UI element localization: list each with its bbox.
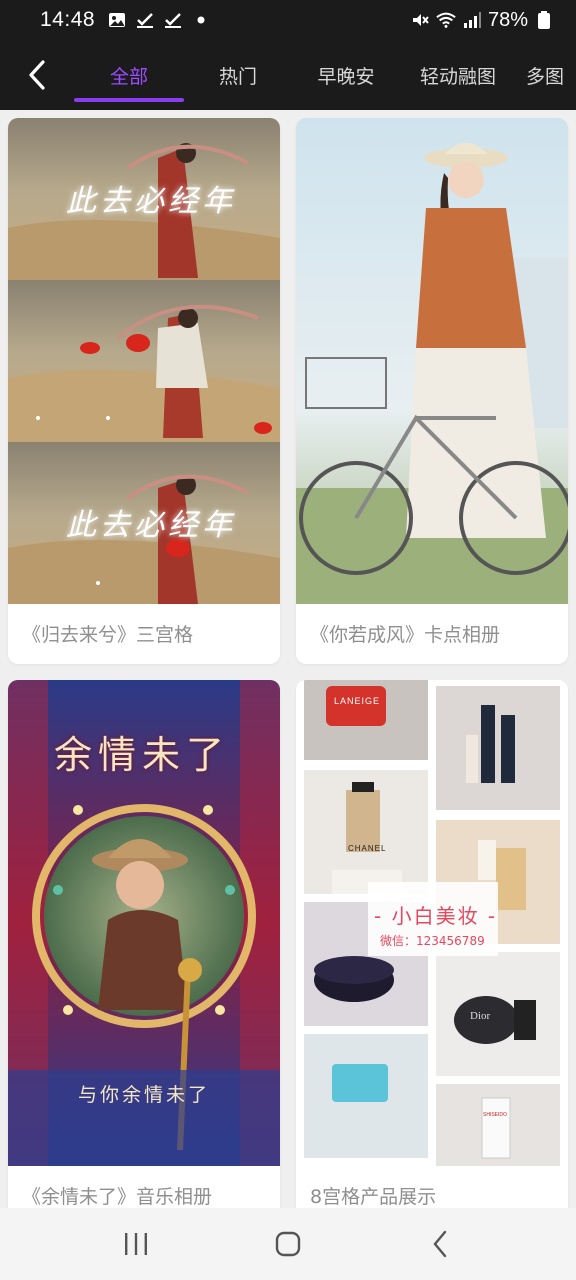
tab-morning-evening[interactable]: 早晚安 (292, 40, 400, 110)
image-icon (107, 10, 127, 30)
template-card[interactable]: 余情未了 与你余情未了 《余情未了》音乐相册 (8, 680, 280, 1208)
signal-icon (462, 10, 482, 30)
tabs: 全部 热门 早晚安 轻动融图 多图 (74, 40, 576, 110)
back-icon (433, 1230, 447, 1258)
card-title: 《余情未了》音乐相册 (22, 1186, 213, 1208)
tab-hot[interactable]: 热门 (184, 40, 292, 110)
overlay-subtitle: 与你余情未了 (78, 1084, 211, 1106)
dot-icon (191, 10, 211, 30)
back-button[interactable] (0, 40, 74, 110)
card-title: 8宫格产品展示 (310, 1186, 437, 1208)
back-nav-button[interactable] (400, 1214, 480, 1274)
template-card[interactable]: LANEIGE CHANEL Dior SHISEIDO - 小白美妆 - 微信… (296, 680, 568, 1208)
label-dior: Dior (470, 1010, 491, 1022)
status-bar: 14:48 78% (0, 0, 576, 40)
template-card[interactable]: 此去必经年 此去必经年 《归去来兮》三宫格 (8, 118, 280, 664)
home-icon (275, 1231, 301, 1257)
overlay-contact: 微信：123456789 (380, 934, 485, 948)
check-icon (163, 10, 183, 30)
mute-icon (410, 10, 430, 30)
product-tile (304, 680, 428, 760)
status-time: 14:48 (40, 8, 96, 31)
recent-apps-icon (125, 1233, 147, 1255)
label-shiseido: SHISEIDO (483, 1112, 507, 1118)
label-chanel: CHANEL (348, 844, 387, 853)
tab-light-blend[interactable]: 轻动融图 (400, 40, 516, 110)
battery-percent: 78% (487, 8, 528, 31)
template-thumbnail (296, 118, 568, 604)
tab-multi-image[interactable]: 多图 (516, 40, 576, 110)
overlay-text-bottom: 此去必经年 (66, 508, 236, 543)
product-tile (304, 770, 428, 894)
card-title: 《归去来兮》三宫格 (22, 624, 194, 646)
product-tile (436, 952, 560, 1076)
panel-middle (8, 280, 280, 442)
screen: 14:48 78% 全部 热门 早晚安 轻动融图 多图 此去必经年 此去必经年 … (0, 0, 576, 1280)
overlay-text-top: 此去必经年 (66, 184, 236, 219)
home-button[interactable] (248, 1214, 328, 1274)
product-tile (436, 1084, 560, 1166)
battery-icon (534, 10, 554, 30)
template-card[interactable]: 《你若成风》卡点相册 (296, 118, 568, 664)
overlay-title: 余情未了 (54, 733, 231, 777)
card-title: 《你若成风》卡点相册 (310, 624, 501, 646)
product-tile (436, 686, 560, 810)
label-laneige: LANEIGE (334, 696, 381, 706)
category-tab-bar: 全部 热门 早晚安 轻动融图 多图 (0, 40, 576, 110)
tab-all[interactable]: 全部 (74, 40, 184, 110)
status-right: 78% (410, 9, 554, 32)
wifi-icon (436, 10, 456, 30)
status-left: 14:48 (40, 8, 211, 32)
product-tile (304, 1034, 428, 1158)
system-nav-bar (0, 1208, 576, 1280)
recent-apps-button[interactable] (96, 1214, 176, 1274)
check-icon (135, 10, 155, 30)
template-grid: 此去必经年 此去必经年 《归去来兮》三宫格 《你若成风》卡点相册 余情未了 与你… (0, 110, 576, 1208)
overlay-brand: - 小白美妆 - (374, 904, 498, 928)
back-arrow-icon (29, 60, 45, 90)
